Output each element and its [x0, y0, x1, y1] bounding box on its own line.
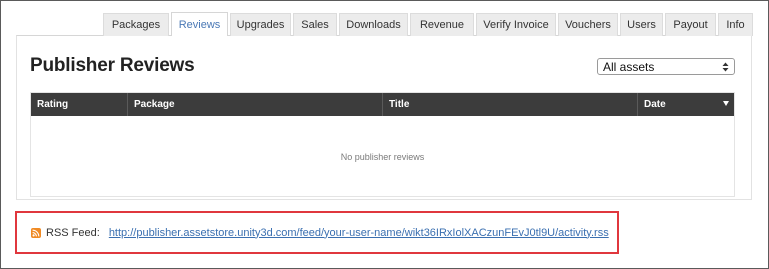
- tab-payout[interactable]: Payout: [665, 13, 716, 36]
- tab-downloads[interactable]: Downloads: [339, 13, 408, 36]
- column-header-date[interactable]: Date: [638, 93, 734, 116]
- asset-filter-select[interactable]: All assets: [597, 58, 735, 75]
- tab-reviews[interactable]: Reviews: [171, 12, 228, 36]
- rss-feed-highlight: RSS Feed: http://publisher.assetstore.un…: [15, 211, 619, 254]
- rss-feed-label: RSS Feed:: [46, 226, 100, 239]
- sort-descending-icon: [723, 101, 729, 106]
- select-arrows-icon: [722, 59, 729, 74]
- rss-icon: [31, 227, 41, 238]
- table-header: Rating Package Title Date: [31, 93, 734, 116]
- tab-sales[interactable]: Sales: [293, 13, 337, 36]
- tab-packages[interactable]: Packages: [103, 13, 169, 36]
- column-header-package[interactable]: Package: [128, 93, 383, 116]
- column-header-date-label: Date: [644, 99, 666, 110]
- tab-vouchers[interactable]: Vouchers: [558, 13, 618, 36]
- page-title: Publisher Reviews: [30, 55, 195, 76]
- reviews-table: Rating Package Title Date No publisher r…: [30, 92, 735, 197]
- asset-filter-value: All assets: [603, 59, 655, 74]
- tab-revenue[interactable]: Revenue: [410, 13, 474, 36]
- tab-users[interactable]: Users: [620, 13, 663, 36]
- tab-upgrades[interactable]: Upgrades: [230, 13, 291, 36]
- rss-feed-link[interactable]: http://publisher.assetstore.unity3d.com/…: [109, 227, 609, 239]
- tab-verify-invoice[interactable]: Verify Invoice: [476, 13, 556, 36]
- column-header-title[interactable]: Title: [383, 93, 638, 116]
- tab-info[interactable]: Info: [718, 13, 753, 36]
- empty-table-message: No publisher reviews: [340, 152, 425, 162]
- column-header-rating[interactable]: Rating: [31, 93, 128, 116]
- publisher-tabs: Packages Reviews Upgrades Sales Download…: [103, 12, 755, 36]
